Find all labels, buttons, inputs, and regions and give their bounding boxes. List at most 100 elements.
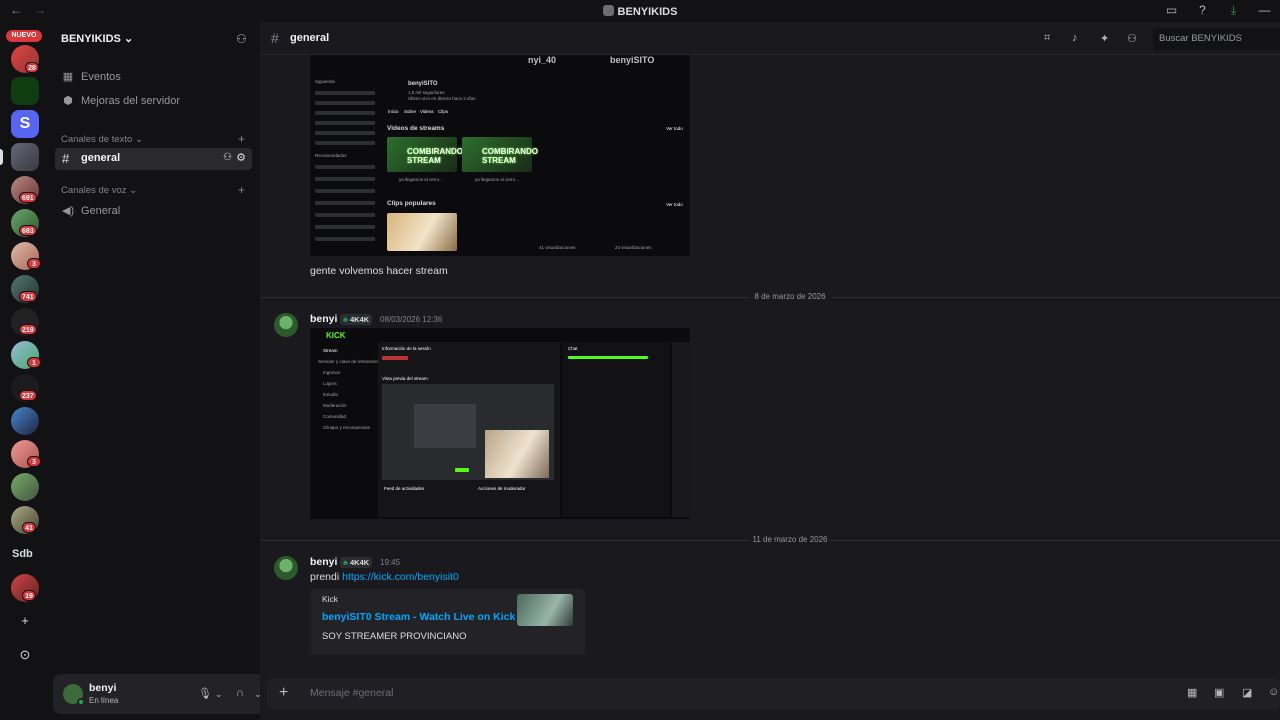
upload-plus-icon[interactable]: + xyxy=(279,684,288,702)
download-icon[interactable]: ⤓ xyxy=(1218,3,1249,18)
attachment-image-kick-dashboard[interactable]: KICK Stream Servidor y clave de retransm… xyxy=(310,328,690,519)
voice-channel-general[interactable]: ◀) General xyxy=(62,204,120,218)
avatar[interactable] xyxy=(63,684,85,706)
discover-icon[interactable]: ⊙ xyxy=(17,647,33,663)
sticker-icon[interactable]: ◪ xyxy=(1242,686,1252,699)
category-label: Canales de texto xyxy=(61,134,133,145)
sidebar-item-label: Eventos xyxy=(81,70,121,83)
clip-thumbnail[interactable] xyxy=(387,213,457,251)
server-icon[interactable] xyxy=(11,77,39,105)
window-controls: ▭ ? ⤓ — xyxy=(1156,3,1280,18)
sidebar-item-label: Mejoras del servidor xyxy=(81,94,181,107)
date-divider: 8 de marzo de 2026 xyxy=(260,292,1280,301)
mention-badge: 41 xyxy=(22,522,36,533)
avatar[interactable] xyxy=(274,556,298,580)
mention-badge: 3 xyxy=(27,258,41,269)
hashtag-icon: # xyxy=(271,30,279,46)
category-label: Canales de voz xyxy=(61,185,127,196)
server-tag[interactable]: ♣ 4K4K xyxy=(340,557,373,568)
pin-icon[interactable]: ✦ xyxy=(1100,32,1109,45)
server-icon xyxy=(602,5,614,16)
emoji-icon[interactable]: ☺ xyxy=(1268,686,1279,698)
screenshot-text: nyi_40 xyxy=(528,55,557,65)
screenshot-text: Ver todo xyxy=(666,202,683,207)
screenshot-text: Estudio xyxy=(323,392,339,397)
threads-icon[interactable]: ⌗ xyxy=(1044,32,1050,45)
screenshot-text: Ver todo xyxy=(666,126,683,131)
message-composer: + Mensaje #general ▦ ▣ ◪ ☺ xyxy=(267,678,1280,710)
server-icon-s[interactable]: S xyxy=(11,110,39,138)
chevron-down-icon: ⌄ xyxy=(123,33,134,45)
server-icon[interactable] xyxy=(11,407,39,435)
search-input[interactable]: Buscar BENYIKIDS xyxy=(1153,28,1280,50)
inbox-icon[interactable]: ▭ xyxy=(1156,3,1187,18)
minimize-icon[interactable]: — xyxy=(1249,3,1280,18)
screenshot-text: Acciones de moderador xyxy=(478,486,526,491)
video-thumbnail[interactable]: COMBIRANDO STREAM xyxy=(462,137,538,172)
boost-icon: ⬢ xyxy=(63,95,73,107)
sidebar-item-mejoras[interactable]: ⬢ Mejoras del servidor xyxy=(62,94,181,108)
mention-badge: 28 xyxy=(25,62,39,73)
screenshot-text: Información de la sesión xyxy=(382,346,431,351)
embed-title[interactable]: benyiSIT0 Stream - Watch Live on Kick xyxy=(322,611,515,623)
help-icon[interactable]: ? xyxy=(1187,3,1218,18)
invite-people-icon[interactable]: ⚇ xyxy=(236,32,247,46)
screenshot-text: 1,6 mil seguidores xyxy=(408,90,445,95)
screenshot-text: Moderación xyxy=(323,403,347,408)
mention-badge: 1 xyxy=(27,357,41,368)
gear-icon[interactable]: ⚙ xyxy=(236,151,246,164)
category-voice-channels[interactable]: Canales de voz ⌄ xyxy=(61,185,137,196)
calendar-icon: ▦ xyxy=(62,71,74,83)
screenshot-text: Vista previa del stream xyxy=(382,376,428,381)
video-thumbnail[interactable]: COMBIRANDO STREAM xyxy=(387,137,463,172)
hashtag-icon: # xyxy=(62,151,70,166)
chat-area: # general ⌗ ♪ ✦ ⚇ Buscar BENYIKIDS nyi_4… xyxy=(260,22,1280,720)
message-author[interactable]: benyi xyxy=(310,313,337,325)
server-tag[interactable]: ♣ 4K4K xyxy=(340,314,373,325)
bell-icon[interactable]: ♪ xyxy=(1072,32,1078,44)
create-channel-icon[interactable]: + xyxy=(238,132,245,146)
screenshot-text: Clips xyxy=(438,109,449,114)
channel-general[interactable]: # general ⚇ ⚙ xyxy=(55,148,252,170)
server-folder-sdb[interactable]: Sdb xyxy=(12,548,33,560)
screenshot-text: Videos xyxy=(420,109,434,114)
invite-icon[interactable]: ⚇ xyxy=(223,152,232,163)
screenshot-text: Inicio xyxy=(388,109,399,114)
gif-icon[interactable]: ▣ xyxy=(1214,686,1224,699)
chevron-down-icon[interactable]: ⌄ xyxy=(215,689,223,700)
screenshot-text: Stream xyxy=(323,348,338,353)
screenshot-text: Ingresos xyxy=(323,370,341,375)
embed-thumbnail[interactable] xyxy=(517,594,573,626)
server-icon[interactable] xyxy=(11,473,39,501)
avatar[interactable] xyxy=(274,313,298,337)
message-link[interactable]: https://kick.com/benyisit0 xyxy=(342,571,459,583)
channel-sidebar: BENYIKIDS ⌄ ⚇ ▦ Eventos ⬢ Mejoras del se… xyxy=(48,22,302,720)
headphones-icon[interactable]: ∩ xyxy=(236,687,244,699)
screenshot-text: benyiSITO xyxy=(408,81,438,87)
tag-label: 4K4K xyxy=(350,558,370,567)
message-timestamp: 08/03/2026 12:36 xyxy=(380,315,443,324)
mention-badge: 691 xyxy=(19,192,37,203)
gift-icon[interactable]: ▦ xyxy=(1187,686,1197,699)
new-badge: NUEVO xyxy=(6,30,42,42)
create-channel-icon[interactable]: + xyxy=(238,183,245,197)
chevron-down-icon: ⌄ xyxy=(129,185,138,196)
thumbnail-text: COMBIRANDO STREAM xyxy=(407,147,463,165)
screenshot-text: Servidor y clave de retransmisión xyxy=(318,359,385,364)
attachment-image-profile[interactable]: nyi_40 benyiSITO Siguiendo Recomendados … xyxy=(310,55,690,256)
category-text-channels[interactable]: Canales de texto ⌄ xyxy=(61,134,143,145)
microphone-icon[interactable]: 🎙︎ xyxy=(198,687,212,700)
message-author[interactable]: benyi xyxy=(310,556,337,568)
screenshot-text: Clips populares xyxy=(387,200,436,207)
embed-provider: Kick xyxy=(322,594,339,604)
message-text-prefix: prendi xyxy=(310,571,343,583)
message-input[interactable]: Mensaje #general xyxy=(310,687,393,699)
add-server-icon[interactable]: + xyxy=(17,613,33,629)
channel-header: # general ⌗ ♪ ✦ ⚇ Buscar BENYIKIDS xyxy=(260,22,1280,55)
sidebar-item-eventos[interactable]: ▦ Eventos xyxy=(62,70,121,84)
mention-badge: 219 xyxy=(19,324,37,335)
embed-description: SOY STREAMER PROVINCIANO xyxy=(322,631,467,642)
server-name-dropdown[interactable]: BENYIKIDS ⌄ xyxy=(61,32,133,45)
server-icon-benyikids[interactable] xyxy=(11,143,39,171)
members-icon[interactable]: ⚇ xyxy=(1127,32,1137,45)
